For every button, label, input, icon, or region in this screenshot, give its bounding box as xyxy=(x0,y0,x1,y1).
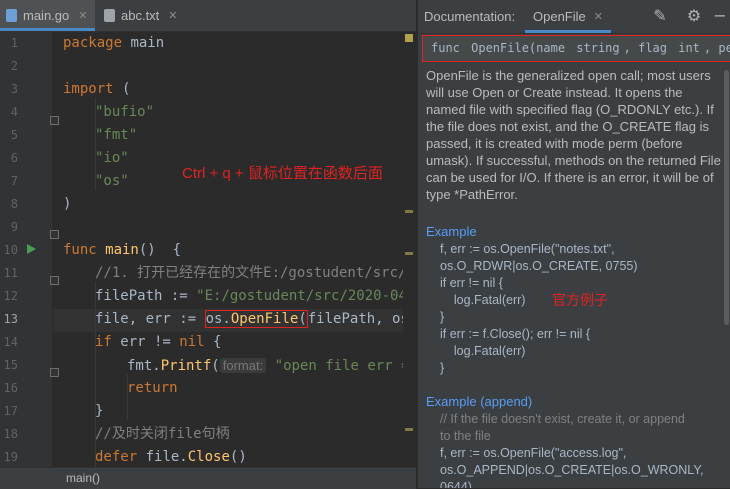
line-number: 11 xyxy=(3,266,18,280)
breadcrumb[interactable]: main() xyxy=(0,467,416,489)
example-code: 0644) xyxy=(440,480,472,488)
go-file-icon xyxy=(6,9,17,22)
code-line: func main() { xyxy=(63,242,182,258)
parameter-hint: format: xyxy=(219,358,267,373)
code-line: //及时关闭file句柄 xyxy=(95,426,230,442)
code-line: "os" xyxy=(95,173,129,189)
example-code: // If the file doesn't exist, create it,… xyxy=(440,412,685,426)
line-number: 8 xyxy=(10,197,18,211)
documentation-description: OpenFile is the generalized open call; m… xyxy=(426,68,721,202)
error-stripe[interactable] xyxy=(405,252,413,255)
example-code: if err != nil { xyxy=(440,276,503,290)
edit-source-icon[interactable]: ✎ xyxy=(650,6,670,26)
close-icon[interactable]: ✕ xyxy=(168,9,177,22)
example-code: f, err := os.OpenFile("access.log", xyxy=(440,446,627,460)
example-code: } xyxy=(440,361,445,375)
tab-openfile[interactable]: OpenFile ✕ xyxy=(525,0,611,33)
example-code: log.Fatal(err) xyxy=(440,344,526,358)
example-code: f, err := os.OpenFile("notes.txt", xyxy=(440,242,615,256)
code-line: fmt.Printf(format: "open file err = % xyxy=(127,358,403,374)
code-editor[interactable]: package main import ( "bufio" "fmt" "io"… xyxy=(53,32,403,467)
code-line: return xyxy=(127,380,178,396)
example-append-heading: Example (append) xyxy=(426,394,533,409)
line-number: 1 xyxy=(10,36,18,50)
code-line: import ( xyxy=(63,81,131,97)
code-line: "io" xyxy=(95,150,129,166)
code-line: } xyxy=(95,403,104,419)
tab-main-go[interactable]: main.go ✕ xyxy=(0,0,96,31)
error-stripe[interactable] xyxy=(405,428,413,431)
documentation-panel: Documentation: OpenFile ✕ ✎ ⚙ − func Open… xyxy=(417,0,730,488)
line-number: 14 xyxy=(3,335,18,349)
line-number: 17 xyxy=(3,404,18,418)
example-code: log.Fatal(err) xyxy=(440,293,526,307)
minimize-icon[interactable]: − xyxy=(710,6,730,26)
line-number: 15 xyxy=(3,358,18,372)
code-line: file, err := os.OpenFile(filePath, os.O_ xyxy=(95,310,403,328)
error-stripe[interactable] xyxy=(405,210,413,213)
editor-scrollbar[interactable] xyxy=(403,32,416,467)
annotation-example: 官方例子 xyxy=(552,292,608,308)
example-code: } xyxy=(440,310,445,324)
line-number: 12 xyxy=(3,289,18,303)
line-number: 2 xyxy=(10,59,18,73)
inspection-marker[interactable] xyxy=(405,34,413,42)
documentation-title: Documentation: xyxy=(424,9,516,24)
code-line: filePath := "E:/gostudent/src/2020-04-05 xyxy=(95,288,403,304)
code-line: "fmt" xyxy=(95,127,138,143)
line-number-gutter[interactable]: 1 2 3 4 5 6 7 8 9 10 11 12 13 14 15 16 1… xyxy=(0,32,59,467)
code-line: "bufio" xyxy=(95,104,155,120)
documentation-scrollbar[interactable] xyxy=(724,70,729,325)
documentation-header: Documentation: OpenFile ✕ ✎ ⚙ − xyxy=(418,0,730,34)
tab-abc-txt[interactable]: abc.txt ✕ xyxy=(98,0,186,31)
openfile-call-highlight: os.OpenFile( xyxy=(204,310,308,328)
line-number-current: 13 xyxy=(3,312,18,326)
run-icon[interactable] xyxy=(27,244,36,254)
code-line: defer file.Close() xyxy=(95,449,247,465)
line-number: 16 xyxy=(3,381,18,395)
function-signature: func OpenFile(name string, flag int, per… xyxy=(422,35,730,62)
gear-icon[interactable]: ⚙ xyxy=(684,6,704,26)
example-code: os.O_APPEND|os.O_CREATE|os.O_WRONLY, xyxy=(440,463,704,477)
line-number: 5 xyxy=(10,128,18,142)
code-line: //1. 打开已经存在的文件E:/gostudent/src/2 xyxy=(95,265,403,281)
line-number: 6 xyxy=(10,151,18,165)
code-line: package main xyxy=(63,35,165,51)
tab-label: abc.txt xyxy=(121,8,160,23)
editor-tab-bar: main.go ✕ abc.txt ✕ xyxy=(0,0,416,32)
text-file-icon xyxy=(104,9,115,22)
line-number: 10 xyxy=(3,243,18,257)
example-code: os.O_RDWR|os.O_CREATE, 0755) xyxy=(440,259,638,273)
line-number: 4 xyxy=(10,105,18,119)
close-icon[interactable]: ✕ xyxy=(594,10,603,23)
code-line: if err != nil { xyxy=(95,334,222,350)
example-code: if err := f.Close(); err != nil { xyxy=(440,327,591,341)
example-heading: Example xyxy=(426,224,477,239)
line-number: 19 xyxy=(3,450,18,464)
tab-label: main.go xyxy=(23,8,70,23)
line-number: 3 xyxy=(10,82,18,96)
annotation-shortcut: Ctrl + q + 鼠标位置在函数后面 xyxy=(182,165,383,182)
line-number: 18 xyxy=(3,427,18,441)
code-line: ) xyxy=(63,196,72,212)
line-number: 9 xyxy=(10,220,18,234)
example-code: to the file xyxy=(440,429,491,443)
close-icon[interactable]: ✕ xyxy=(78,9,87,22)
line-number: 7 xyxy=(10,174,18,188)
